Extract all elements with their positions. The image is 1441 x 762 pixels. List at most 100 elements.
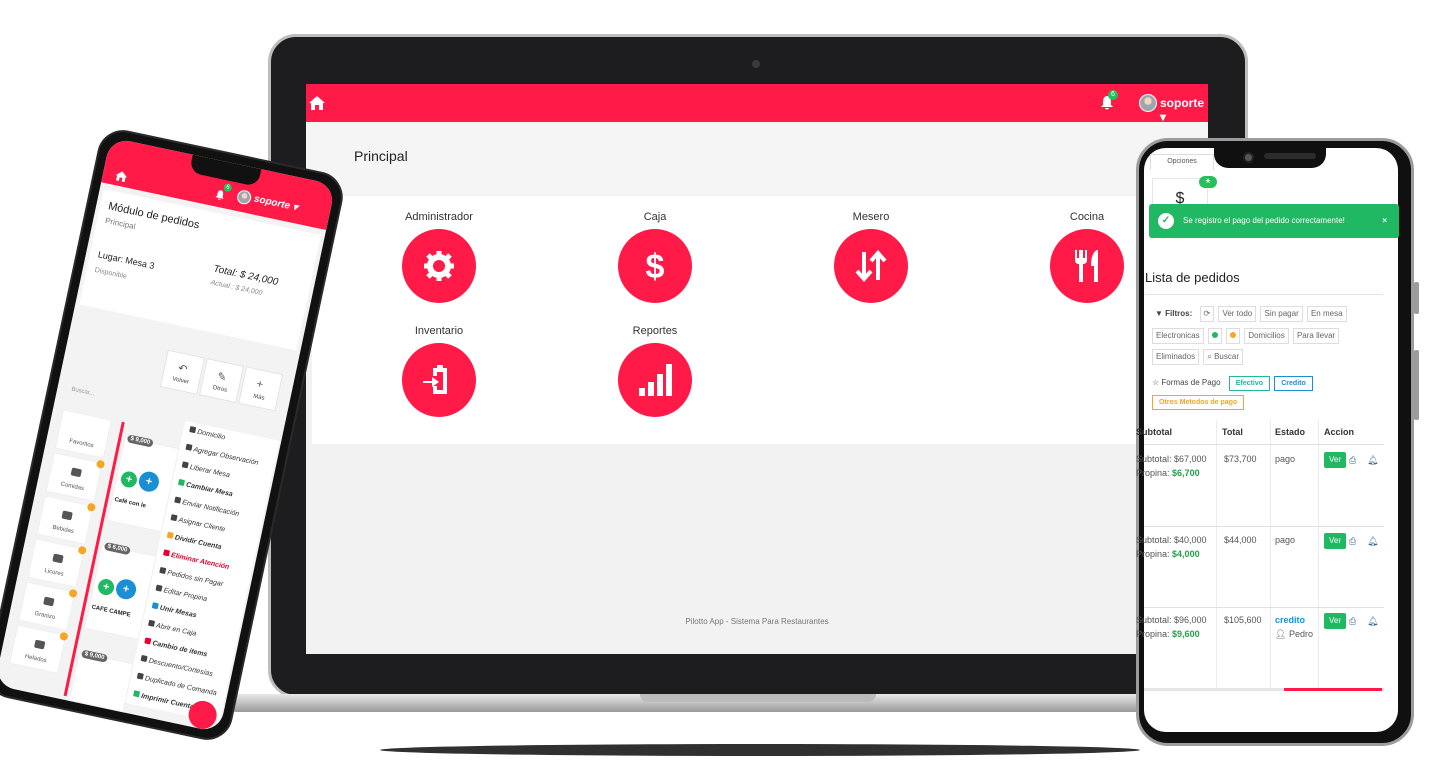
signal-bars-icon [639,364,672,396]
star-icon: ☆ [1152,378,1160,387]
close-icon [162,549,171,557]
product-name: CAFE CAMPE [90,604,131,619]
filter-chip[interactable]: Electronicas [1152,328,1204,344]
user-menu[interactable]: soporte ▾ [1160,96,1208,124]
category-item[interactable]: Favoritos [54,409,113,459]
search-button[interactable]: ⌕ Buscar [1203,349,1243,365]
module-caja[interactable]: Caja $ [585,211,725,303]
filter-chip-orange[interactable] [1226,328,1241,344]
more-button[interactable]: + Más [238,366,284,412]
laptop-camera [752,60,760,68]
column-header[interactable]: Estado [1275,427,1305,437]
module-button[interactable] [1050,229,1124,303]
status-cell: pago [1275,535,1296,545]
module-inventario[interactable]: Inventario [369,325,509,417]
category-item[interactable]: Helados [9,624,69,674]
view-button[interactable]: Ver [1324,452,1346,468]
module-button[interactable] [834,229,908,303]
payment-label: ☆ Formas de Pago [1152,378,1221,387]
back-button[interactable]: ↶ Volver [159,349,205,395]
filter-chip[interactable]: Eliminados [1152,349,1200,365]
module-reportes[interactable]: Reportes [585,325,725,417]
module-button[interactable] [402,343,476,417]
module-mesero[interactable]: Mesero [801,211,941,303]
filter-chip[interactable]: Sin pagar [1260,306,1303,322]
add-icon[interactable]: + [119,469,139,489]
tip-cell: Propina: $9,600 [1136,629,1200,639]
user-name: soporte [252,193,292,212]
success-alert: ✓ Se registro el pago del pedido correct… [1149,204,1399,238]
share-icon [159,566,167,575]
filter-chip-green[interactable] [1207,328,1222,344]
payment-efectivo[interactable]: Efectivo [1228,376,1271,391]
category-item[interactable]: Bebidas [36,495,97,545]
product-card[interactable]: $ 9,000 [68,649,134,713]
column-header[interactable]: Subtotal [1136,427,1172,437]
bell-icon[interactable]: 🔔︎ [1367,617,1378,626]
plus-icon[interactable]: + [114,577,138,602]
view-button[interactable]: Ver [1324,613,1346,629]
column-header[interactable]: Total [1222,427,1243,437]
total-cell: $105,600 [1224,615,1262,625]
filter-chip[interactable]: En mesa [1306,306,1347,322]
module-administrador[interactable]: Administrador [369,211,509,303]
module-label: Caja [643,211,667,223]
column-header[interactable]: Accion [1324,427,1354,437]
print-icon[interactable]: ⎙ [1349,456,1358,465]
category-label: Comidas [59,481,85,493]
client-cell: 👤︎ Pedro [1275,629,1313,639]
close-icon[interactable]: × [1382,204,1387,238]
divider [1145,294,1383,295]
avatar[interactable] [1139,94,1157,112]
user-menu[interactable]: soporte ▾ [253,193,299,213]
page-header [306,122,1208,194]
avatar[interactable] [235,188,253,206]
category-icon [52,553,64,564]
module-label: Mesero [852,211,890,223]
count-badge [77,545,87,556]
home-icon[interactable] [114,169,129,183]
refresh-icon[interactable]: ⟳ [1199,306,1215,322]
tab-opciones[interactable]: Opciones [1150,154,1214,170]
category-item[interactable]: Granizo [18,581,78,631]
price-badge: $ 9,000 [80,649,109,663]
others-button[interactable]: ✎ Otros [199,358,245,404]
print-icon [133,690,141,698]
plus-icon[interactable]: + [137,469,161,494]
category-item[interactable]: Comidas [45,452,106,502]
category-item[interactable]: Licores [27,538,87,588]
payment-otros[interactable]: Otros Metodos de pago [1152,395,1245,410]
category-icon [61,510,73,521]
stage: 6 soporte ▾ Principal Administrador Caja… [0,0,1441,762]
module-button[interactable] [618,343,692,417]
gear-icon [424,251,454,281]
copy-icon [136,672,144,680]
laptop-screen: 6 soporte ▾ Principal Administrador Caja… [306,84,1208,654]
filter-chip[interactable]: Para llevar [1292,328,1340,344]
alert-message: Se registro el pago del pedido correctam… [1183,216,1345,225]
svg-text:$: $ [646,248,665,286]
payment-methods: ☆ Formas de Pago Efectivo Credito Otros … [1152,376,1388,414]
bell-icon[interactable]: 🔔︎ [1367,537,1378,546]
row-divider [1144,444,1384,445]
filters-bar: ▼ Filtros: ⟳ Ver todo Sin pagar En mesa … [1152,306,1388,370]
print-icon[interactable]: ⎙ [1349,617,1358,626]
view-button[interactable]: Ver [1324,533,1346,549]
bell-icon[interactable]: 🔔︎ [1367,456,1378,465]
unlock-icon [181,461,189,469]
filter-chip[interactable]: Domicilios [1244,328,1289,344]
price-badge: $ 9,000 [126,434,154,448]
add-icon[interactable]: + [96,577,116,597]
home-icon[interactable] [308,95,326,111]
module-button[interactable]: $ [618,229,692,303]
search-input[interactable]: Buscar... [65,386,138,415]
refresh-icon [177,478,186,487]
scrollbar-thumb[interactable] [1284,688,1382,691]
category-label: Licores [43,567,64,578]
user-name: soporte [1160,96,1205,110]
dollar-icon: $ [646,248,665,286]
print-icon[interactable]: ⎙ [1349,537,1358,546]
module-button[interactable] [402,229,476,303]
filter-chip[interactable]: Ver todo [1218,306,1257,322]
payment-credito[interactable]: Credito [1274,376,1313,391]
